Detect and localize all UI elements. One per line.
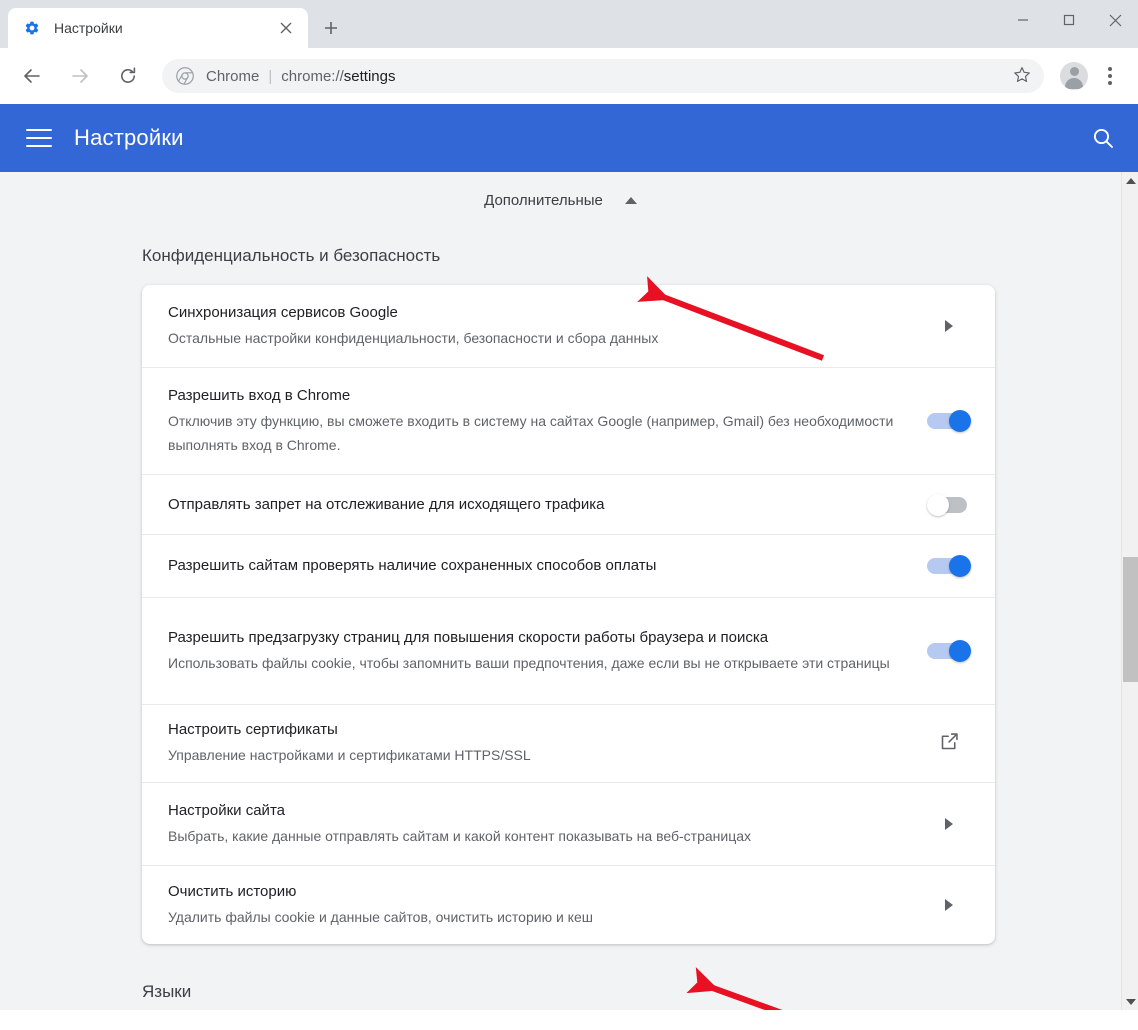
reload-button[interactable] — [110, 58, 146, 94]
row-title: Отправлять запрет на отслеживание для ис… — [168, 495, 605, 513]
row-control[interactable] — [927, 555, 971, 577]
settings-row-manage-certificates[interactable]: Настроить сертификаты Управление настрой… — [142, 704, 995, 782]
window-controls — [1000, 0, 1138, 40]
settings-content: Дополнительные Конфиденциальность и безо… — [0, 172, 1121, 1010]
chevron-right-icon — [945, 320, 953, 332]
row-text: Настройки сайта Выбрать, какие данные от… — [168, 801, 927, 848]
toggle-switch-on[interactable] — [927, 555, 971, 577]
chevron-right-icon — [945, 899, 953, 911]
row-text: Очистить историю Удалить файлы cookie и … — [168, 882, 927, 929]
row-title: Очистить историю — [168, 882, 297, 900]
row-title: Настройки сайта — [168, 801, 285, 819]
new-tab-button[interactable] — [314, 11, 348, 45]
omnibox-url-prefix: chrome:// — [281, 67, 344, 85]
close-window-button[interactable] — [1092, 0, 1138, 40]
omnibox-separator: | — [268, 67, 273, 85]
row-text: Разрешить предзагрузку страниц для повыш… — [168, 628, 927, 675]
privacy-settings-card: Синхронизация сервисов Google Остальные … — [142, 285, 995, 944]
scrollbar-thumb[interactable] — [1123, 557, 1138, 682]
row-subtitle: Использовать файлы cookie, чтобы запомни… — [168, 654, 890, 671]
row-control[interactable] — [927, 320, 971, 332]
chrome-logo-icon — [176, 67, 194, 85]
chevron-up-icon — [624, 196, 637, 204]
advanced-label: Дополнительные — [484, 191, 603, 209]
scroll-up-arrow-icon[interactable] — [1122, 172, 1138, 189]
row-control[interactable] — [927, 899, 971, 911]
settings-row-clear-browsing-data[interactable]: Очистить историю Удалить файлы cookie и … — [142, 865, 995, 944]
row-text: Настроить сертификаты Управление настрой… — [168, 720, 927, 767]
settings-row-site-settings[interactable]: Настройки сайта Выбрать, какие данные от… — [142, 782, 995, 865]
settings-row-allow-chrome-signin[interactable]: Разрешить вход в Chrome Отключив эту фун… — [142, 367, 995, 474]
external-link-icon — [939, 731, 960, 757]
toggle-thumb — [949, 555, 971, 577]
row-title: Синхронизация сервисов Google — [168, 303, 398, 321]
chrome-menu-button[interactable] — [1096, 58, 1124, 94]
row-subtitle: Выбрать, какие данные отправлять сайтам … — [168, 827, 752, 844]
chevron-right-icon — [945, 818, 953, 830]
settings-page: Дополнительные Конфиденциальность и безо… — [0, 172, 1138, 1010]
row-subtitle: Отключив эту функцию, вы сможете входить… — [168, 412, 894, 453]
settings-row-sync[interactable]: Синхронизация сервисов Google Остальные … — [142, 285, 995, 367]
tab-strip: Настройки — [0, 0, 1138, 48]
row-text: Отправлять запрет на отслеживание для ис… — [168, 495, 927, 515]
omnibox-scheme-label: Chrome — [206, 67, 260, 85]
advanced-toggle-button[interactable]: Дополнительные — [0, 172, 1121, 228]
settings-app-bar: Настройки — [0, 104, 1138, 172]
bookmark-star-icon[interactable] — [1012, 65, 1034, 87]
row-text: Разрешить сайтам проверять наличие сохра… — [168, 556, 927, 576]
toggle-thumb — [927, 493, 949, 516]
toggle-switch-off[interactable] — [927, 493, 971, 516]
settings-gear-favicon — [24, 20, 40, 36]
settings-row-do-not-track[interactable]: Отправлять запрет на отслеживание для ис… — [142, 474, 995, 534]
row-control[interactable] — [927, 818, 971, 830]
toggle-switch-on[interactable] — [927, 640, 971, 662]
minimize-button[interactable] — [1000, 0, 1046, 40]
row-title: Разрешить вход в Chrome — [168, 386, 351, 404]
avatar[interactable] — [1060, 62, 1088, 90]
row-subtitle: Остальные настройки конфиденциальности, … — [168, 329, 659, 346]
row-control[interactable] — [927, 731, 971, 757]
omnibox-url-bold: settings — [343, 67, 396, 85]
row-subtitle: Удалить файлы cookie и данные сайтов, оч… — [168, 908, 593, 925]
row-subtitle: Управление настройками и сертификатами H… — [168, 747, 531, 763]
row-title: Настроить сертификаты — [168, 721, 338, 738]
section-title-privacy: Конфиденциальность и безопасность — [142, 246, 441, 265]
row-text: Разрешить вход в Chrome Отключив эту фун… — [168, 386, 927, 457]
row-control[interactable] — [927, 410, 971, 432]
back-button[interactable] — [14, 58, 50, 94]
tab-title: Настройки — [54, 20, 123, 36]
search-icon[interactable] — [1088, 123, 1118, 153]
page-title: Настройки — [74, 125, 184, 150]
settings-row-preload-pages[interactable]: Разрешить предзагрузку страниц для повыш… — [142, 597, 995, 704]
row-title: Разрешить предзагрузку страниц для повыш… — [168, 628, 769, 646]
settings-row-payment-methods[interactable]: Разрешить сайтам проверять наличие сохра… — [142, 534, 995, 597]
toggle-switch-on[interactable] — [927, 410, 971, 432]
browser-tab-settings[interactable]: Настройки — [8, 8, 308, 48]
scroll-down-arrow-icon[interactable] — [1122, 993, 1138, 1010]
omnibox-url: chrome://settings — [281, 68, 395, 85]
row-title: Разрешить сайтам проверять наличие сохра… — [168, 557, 657, 574]
address-bar[interactable]: Chrome | chrome://settings — [162, 59, 1044, 93]
section-title-languages: Языки — [142, 982, 192, 1001]
browser-toolbar: Chrome | chrome://settings — [0, 48, 1138, 104]
row-control[interactable] — [927, 493, 971, 516]
close-icon[interactable] — [274, 16, 298, 40]
vertical-scrollbar[interactable] — [1121, 172, 1138, 1010]
row-control[interactable] — [927, 640, 971, 662]
toggle-thumb — [949, 410, 971, 432]
row-text: Синхронизация сервисов Google Остальные … — [168, 303, 927, 350]
maximize-button[interactable] — [1046, 0, 1092, 40]
toggle-thumb — [949, 640, 971, 662]
forward-button[interactable] — [62, 58, 98, 94]
hamburger-menu-icon[interactable] — [26, 125, 52, 151]
